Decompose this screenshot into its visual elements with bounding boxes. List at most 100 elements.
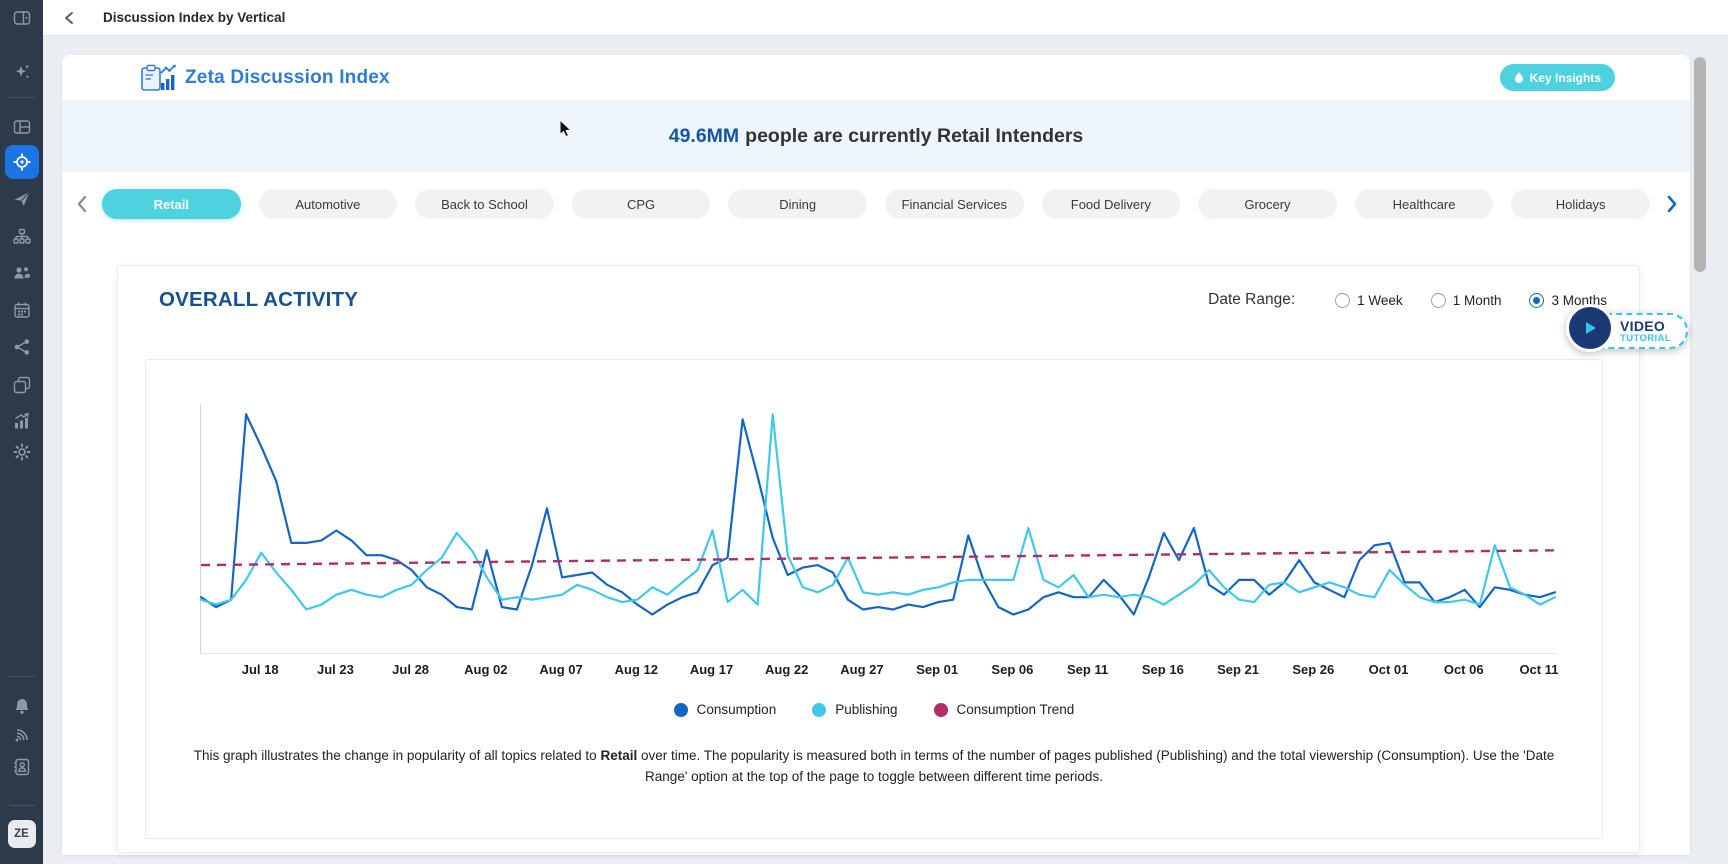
tab-dining[interactable]: Dining: [728, 189, 867, 219]
x-tick-label: Aug 17: [690, 662, 733, 677]
legend-label: Consumption: [697, 702, 777, 717]
legend-label: Consumption Trend: [957, 702, 1075, 717]
key-insights-label: Key Insights: [1530, 71, 1601, 85]
x-tick-label: Sep 01: [916, 662, 958, 677]
sparkles-icon[interactable]: [5, 55, 39, 89]
chevron-left-icon: [63, 11, 77, 25]
page-title: Discussion Index by Vertical: [103, 10, 285, 25]
send-icon[interactable]: [5, 182, 39, 216]
series-line-consumption: [201, 414, 1555, 614]
back-button[interactable]: [59, 7, 81, 29]
play-button[interactable]: [1566, 304, 1614, 352]
radio-1-week[interactable]: 1 Week: [1335, 293, 1403, 308]
radio-circle-1-month[interactable]: [1431, 293, 1446, 308]
tab-food-delivery[interactable]: Food Delivery: [1042, 189, 1181, 219]
date-range-control: Date Range: 1 Week1 Month3 Months: [1208, 291, 1607, 309]
section-title: OVERALL ACTIVITY: [159, 288, 358, 312]
legend-dot-publishing: [812, 703, 826, 717]
x-tick-label: Aug 12: [615, 662, 658, 677]
address-book-icon[interactable]: [5, 750, 39, 784]
left-sidebar: ZE: [0, 0, 43, 864]
chart-description: This graph illustrates the change in pop…: [185, 746, 1563, 787]
series-line-consumption-trend: [201, 550, 1555, 565]
x-tick-label: Sep 06: [991, 662, 1033, 677]
x-tick-label: Aug 07: [539, 662, 582, 677]
tab-financial-services[interactable]: Financial Services: [885, 189, 1024, 219]
play-icon: [1581, 319, 1599, 337]
sitemap-icon[interactable]: [5, 220, 39, 254]
vertical-tabs: Retail Automotive Back to School CPG Dining F…: [102, 189, 1650, 219]
overall-activity-card: OVERALL ACTIVITY Date Range: 1 Week 1 Mon…: [117, 265, 1640, 853]
x-tick-label: Aug 22: [765, 662, 808, 677]
legend-publishing: Publishing: [812, 702, 897, 717]
tab-retail[interactable]: Retail: [102, 189, 241, 219]
x-tick-label: Jul 28: [392, 662, 429, 677]
content-card: Zeta Discussion Index Key Insights 49.6M…: [62, 55, 1690, 855]
tabs-scroll-left-button[interactable]: [70, 192, 94, 216]
radio-1-month[interactable]: 1 Month: [1431, 293, 1502, 308]
radio-label: 1 Month: [1453, 293, 1502, 308]
x-tick-label: Jul 18: [242, 662, 279, 677]
chart-growth-icon[interactable]: [5, 404, 39, 438]
logo-text: Zeta Discussion Index: [185, 67, 390, 89]
collection-icon[interactable]: [5, 368, 39, 402]
x-tick-label: Sep 11: [1067, 662, 1108, 677]
legend-dot-consumption-trend: [934, 703, 948, 717]
page-topbar: Discussion Index by Vertical: [43, 0, 1728, 36]
vertical-scrollbar-thumb[interactable]: [1694, 57, 1706, 272]
chart-legend: Consumption Publishing Consumption Trend: [146, 702, 1602, 717]
target-icon[interactable]: [5, 145, 39, 179]
video-tutorial-badge[interactable]: VIDEO TUTORIAL: [1566, 304, 1690, 356]
activity-chart: [201, 407, 1555, 654]
tutorial-label: TUTORIAL: [1620, 333, 1686, 344]
tabs-scroll-right-button[interactable]: [1660, 192, 1684, 216]
calendar-icon[interactable]: [5, 293, 39, 327]
settings-gear-icon[interactable]: [5, 435, 39, 469]
x-tick-label: Sep 21: [1217, 662, 1259, 677]
intenders-banner: 49.6MM people are currently Retail Inten…: [62, 100, 1690, 172]
tab-grocery[interactable]: Grocery: [1198, 189, 1337, 219]
sidebar-divider: [9, 676, 35, 677]
tab-back-to-school[interactable]: Back to School: [415, 189, 554, 219]
legend-consumption-trend: Consumption Trend: [934, 702, 1075, 717]
key-insights-button[interactable]: Key Insights: [1500, 64, 1615, 91]
main-area: Zeta Discussion Index Key Insights 49.6M…: [43, 36, 1728, 864]
x-tick-label: Oct 06: [1444, 662, 1484, 677]
x-tick-label: Aug 02: [464, 662, 507, 677]
card-header: Zeta Discussion Index Key Insights: [62, 55, 1690, 100]
chevron-left-icon: [74, 194, 90, 214]
tab-cpg[interactable]: CPG: [572, 189, 711, 219]
x-tick-label: Aug 27: [840, 662, 883, 677]
chevron-right-icon: [1664, 194, 1680, 214]
video-label: VIDEO: [1620, 319, 1686, 333]
legend-dot-consumption: [674, 703, 688, 717]
legend-label: Publishing: [835, 702, 897, 717]
radio-circle-3-months[interactable]: [1529, 293, 1544, 308]
logo-chart-clipboard-icon: [140, 63, 176, 93]
date-range-label: Date Range:: [1208, 291, 1295, 309]
activity-header: OVERALL ACTIVITY Date Range: 1 Week 1 Mon…: [159, 288, 1607, 312]
radio-circle-1-week[interactable]: [1335, 293, 1350, 308]
x-tick-label: Jul 23: [317, 662, 354, 677]
legend-consumption: Consumption: [674, 702, 777, 717]
x-tick-label: Oct 01: [1369, 662, 1409, 677]
dashboard-icon[interactable]: [5, 110, 39, 144]
user-avatar[interactable]: ZE: [8, 820, 36, 848]
tab-healthcare[interactable]: Healthcare: [1355, 189, 1494, 219]
flame-icon: [1514, 71, 1524, 84]
tab-automotive[interactable]: Automotive: [259, 189, 398, 219]
x-tick-label: Oct 11: [1519, 662, 1558, 677]
share-nodes-icon[interactable]: [5, 330, 39, 364]
signal-icon[interactable]: [5, 718, 39, 752]
x-tick-label: Sep 16: [1142, 662, 1184, 677]
audience-icon[interactable]: [5, 256, 39, 290]
tab-holidays[interactable]: Holidays: [1511, 189, 1650, 219]
chart-box: Jul 18 Jul 23 Jul 28 Aug 02 Aug 07 Aug 12 Aug …: [145, 359, 1603, 839]
intenders-text: people are currently Retail Intenders: [745, 125, 1083, 148]
plot-area: [200, 404, 1555, 654]
sidebar-divider: [9, 805, 35, 806]
radio-label: 1 Week: [1357, 293, 1403, 308]
sidebar-toggle-icon[interactable]: [5, 1, 39, 35]
intenders-count: 49.6MM: [669, 125, 739, 148]
zeta-logo: Zeta Discussion Index: [140, 63, 390, 93]
